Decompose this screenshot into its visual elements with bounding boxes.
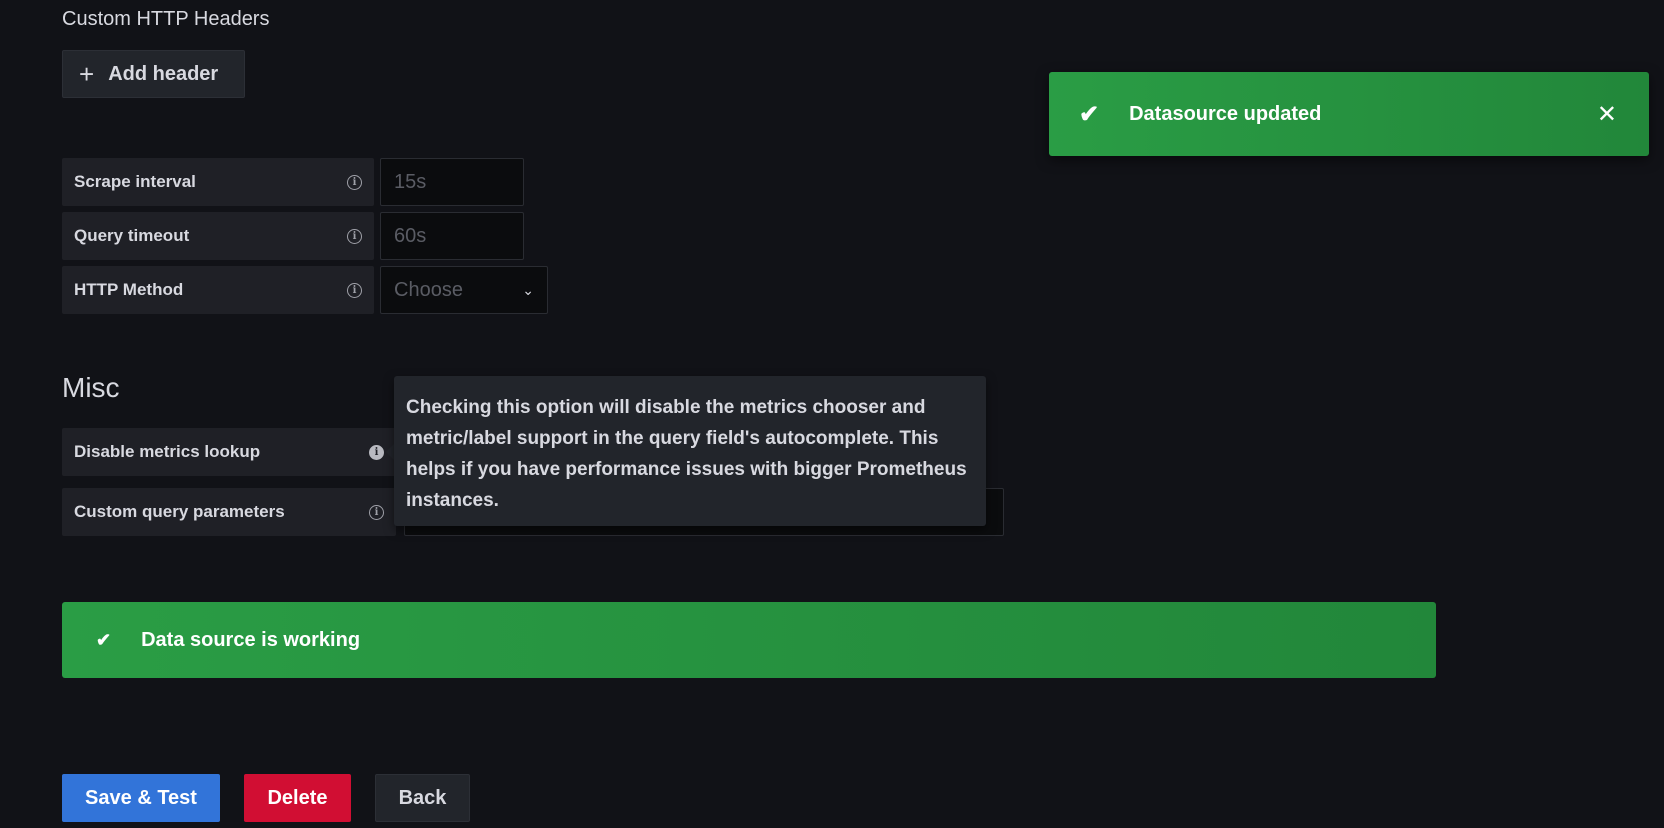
custom-http-headers-title: Custom HTTP Headers — [62, 8, 270, 30]
http-method-select[interactable]: Choose ⌄ — [380, 266, 548, 314]
delete-button[interactable]: Delete — [244, 774, 351, 822]
back-button[interactable]: Back — [375, 774, 470, 822]
plus-icon: + — [79, 59, 95, 89]
info-icon[interactable]: i — [347, 174, 362, 190]
disable-metrics-tooltip: Checking this option will disable the me… — [394, 376, 986, 526]
check-icon: ✔ — [1079, 100, 1100, 128]
misc-section-title: Misc — [62, 372, 120, 403]
custom-query-params-text: Custom query parameters — [74, 502, 285, 521]
info-icon[interactable]: i — [347, 228, 362, 244]
http-method-placeholder: Choose — [394, 278, 463, 301]
scrape-interval-placeholder: 15s — [394, 170, 427, 193]
tooltip-arrow — [386, 444, 394, 460]
info-icon[interactable]: i — [347, 282, 362, 298]
status-message: Data source is working — [141, 628, 361, 651]
datasource-updated-toast: ✔ Datasource updated ✕ — [1049, 72, 1649, 156]
scrape-interval-text: Scrape interval — [74, 172, 196, 191]
scrape-interval-input[interactable]: 15s — [380, 158, 524, 206]
http-method-label: HTTP Method i — [62, 266, 374, 314]
save-and-test-button[interactable]: Save & Test — [62, 774, 220, 822]
add-header-button[interactable]: + Add header — [62, 50, 245, 98]
http-method-text: HTTP Method — [74, 280, 184, 299]
scrape-interval-label: Scrape interval i — [62, 158, 374, 206]
add-header-label: Add header — [108, 62, 219, 85]
info-icon[interactable]: i — [369, 504, 384, 520]
info-icon[interactable]: i — [369, 444, 384, 460]
query-timeout-placeholder: 60s — [394, 224, 427, 247]
check-icon: ✔ — [96, 629, 112, 650]
toast-message: Datasource updated — [1129, 102, 1322, 125]
query-timeout-label: Query timeout i — [62, 212, 374, 260]
chevron-down-icon: ⌄ — [522, 281, 534, 298]
disable-metrics-lookup-label: Disable metrics lookup i — [62, 428, 396, 476]
query-timeout-text: Query timeout — [74, 226, 190, 245]
query-timeout-input[interactable]: 60s — [380, 212, 524, 260]
custom-query-params-label: Custom query parameters i — [62, 488, 396, 536]
disable-metrics-lookup-text: Disable metrics lookup — [74, 442, 261, 461]
close-icon[interactable]: ✕ — [1597, 100, 1617, 129]
data-source-status-alert: ✔ Data source is working — [62, 602, 1436, 678]
